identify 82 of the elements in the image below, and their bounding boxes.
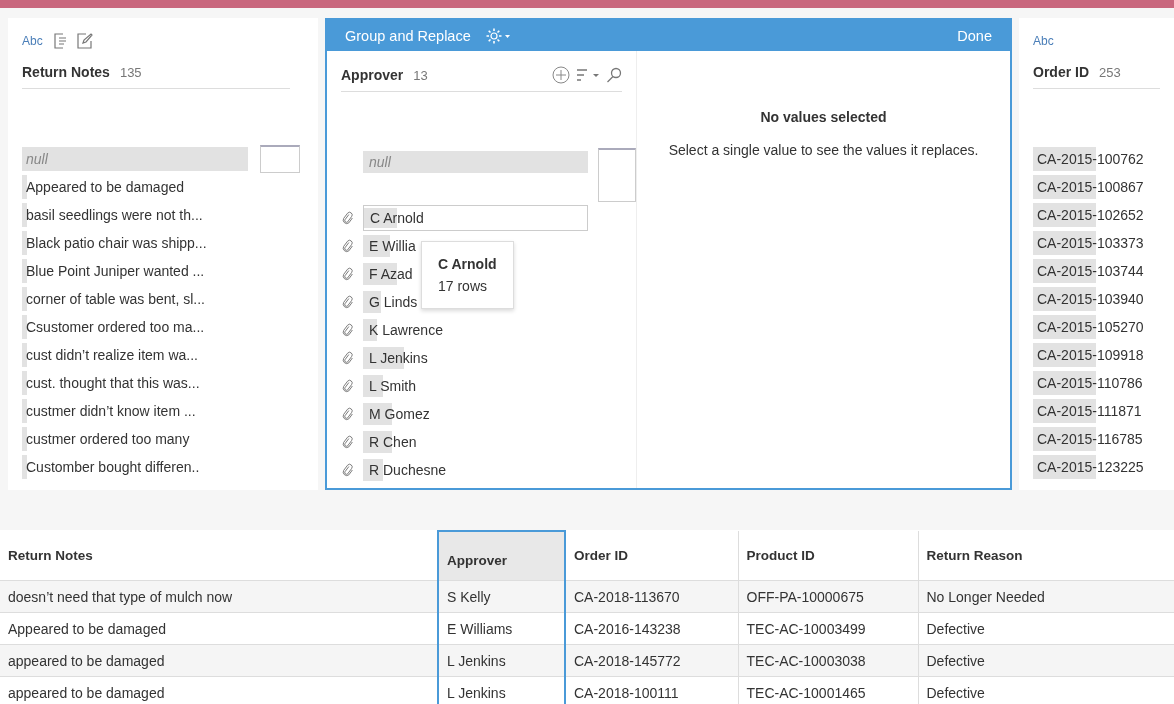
table-cell: Defective bbox=[918, 644, 1174, 677]
table-cell: L Jenkins bbox=[438, 676, 565, 704]
table-cell: Defective bbox=[918, 676, 1174, 704]
value-item[interactable]: cust didn’t realize item wa... bbox=[22, 341, 248, 369]
value-item[interactable]: CA-2015-100867 bbox=[1033, 173, 1174, 201]
sort-icon[interactable] bbox=[576, 68, 600, 82]
paperclip-icon bbox=[341, 266, 355, 282]
value-count: 253 bbox=[1099, 64, 1121, 80]
paperclip-icon bbox=[341, 238, 355, 254]
table-cell: TEC-AC-10001465 bbox=[738, 676, 918, 704]
table-cell: S Kelly bbox=[438, 580, 565, 613]
paperclip-icon bbox=[341, 294, 355, 310]
value-item[interactable]: G Linds bbox=[369, 294, 418, 310]
column-header[interactable]: Approver bbox=[438, 531, 565, 581]
value-item[interactable]: CA-2015-105270 bbox=[1033, 313, 1174, 341]
value-item[interactable]: CA-2015-102652 bbox=[1033, 201, 1174, 229]
hover-highlight[interactable]: C Arnold bbox=[363, 205, 589, 231]
value-item[interactable]: custmer didn’t know item ... bbox=[22, 397, 248, 425]
value-item[interactable]: CA-2015-111871 bbox=[1033, 397, 1174, 425]
value-item[interactable]: Csustomer ordered too ma... bbox=[22, 313, 248, 341]
value-item[interactable]: basil seedlings were not th... bbox=[22, 201, 248, 229]
value-item[interactable]: R Duchesne bbox=[369, 462, 447, 478]
value-item[interactable]: R Chen bbox=[369, 434, 417, 450]
value-item[interactable]: CA-2015-100762 bbox=[1033, 145, 1174, 173]
value-item[interactable]: C Arnold bbox=[370, 210, 424, 226]
value-item[interactable]: CA-2015-109918 bbox=[1033, 341, 1174, 369]
value-item[interactable]: L Smith bbox=[369, 378, 416, 394]
empty-message: Select a single value to see the values it replaces. bbox=[668, 141, 979, 160]
search-icon[interactable] bbox=[606, 67, 622, 83]
settings-icon[interactable] bbox=[484, 26, 511, 45]
panel-title: Group and Replace bbox=[345, 27, 471, 44]
value-item[interactable]: Appeared to be damaged bbox=[22, 173, 248, 201]
field-title: Return Notes bbox=[22, 64, 110, 80]
column-header[interactable]: Return Notes bbox=[0, 531, 438, 581]
table-cell: CA-2018-145772 bbox=[565, 644, 738, 677]
scroll-preview[interactable] bbox=[260, 145, 300, 173]
paperclip-icon bbox=[341, 406, 355, 422]
value-item[interactable]: L Jenkins bbox=[369, 350, 428, 366]
data-type-label[interactable]: Abc bbox=[1033, 34, 1054, 48]
value-item[interactable]: CA-2015-123225 bbox=[1033, 453, 1174, 481]
field-title: Order ID bbox=[1033, 64, 1089, 80]
paperclip-icon bbox=[341, 434, 355, 450]
paperclip-icon bbox=[341, 350, 355, 366]
tooltip-row-count: 17 rows bbox=[438, 278, 489, 294]
value-item[interactable]: custmer ordered too many bbox=[22, 425, 248, 453]
table-cell: appeared to be damaged bbox=[0, 644, 438, 677]
empty-heading: No values selected bbox=[760, 109, 887, 125]
data-type-label[interactable]: Abc bbox=[22, 34, 43, 48]
table-cell: No Longer Needed bbox=[918, 580, 1174, 613]
value-item[interactable]: F Azad bbox=[369, 266, 413, 282]
value-item[interactable]: CA-2015-103940 bbox=[1033, 285, 1174, 313]
add-icon[interactable] bbox=[552, 66, 570, 84]
value-item[interactable]: E Willia bbox=[369, 238, 416, 254]
scroll-preview[interactable] bbox=[598, 148, 636, 202]
document-icon[interactable] bbox=[52, 33, 67, 49]
value-item[interactable]: M Gomez bbox=[369, 406, 430, 422]
value-item[interactable]: K Lawrence bbox=[369, 322, 443, 338]
value-item[interactable]: cust. thought that this was... bbox=[22, 369, 248, 397]
paperclip-icon bbox=[341, 462, 355, 478]
value-count: 135 bbox=[119, 64, 142, 80]
table-cell: TEC-AC-10003038 bbox=[738, 644, 918, 677]
paperclip-icon bbox=[341, 378, 355, 394]
value-item[interactable]: CA-2015-103373 bbox=[1033, 229, 1174, 257]
value-item[interactable]: Blue Point Juniper wanted ... bbox=[22, 257, 248, 285]
value-item[interactable]: Customber bought differen.. bbox=[22, 453, 248, 481]
edit-icon[interactable] bbox=[76, 33, 93, 49]
field-title: Approver bbox=[341, 67, 404, 83]
table-cell: doesn’t need that type of mulch now bbox=[0, 580, 438, 613]
paperclip-icon bbox=[341, 210, 355, 226]
table-cell: CA-2018-100111 bbox=[565, 676, 738, 704]
table-cell: appeared to be damaged bbox=[0, 676, 438, 704]
value-item[interactable]: corner of table was bent, sl... bbox=[22, 285, 248, 313]
table-cell: L Jenkins bbox=[438, 644, 565, 677]
table-cell: OFF-PA-10000675 bbox=[738, 580, 918, 613]
value-item[interactable]: CA-2015-110786 bbox=[1033, 369, 1174, 397]
value-item[interactable]: CA-2015-103744 bbox=[1033, 257, 1174, 285]
paperclip-icon bbox=[341, 322, 355, 338]
tooltip-title: C Arnold bbox=[438, 256, 497, 272]
value-item[interactable]: Black patio chair was shipp... bbox=[22, 229, 248, 257]
table-cell: CA-2018-113670 bbox=[565, 580, 738, 613]
value-item[interactable]: CA-2015-116785 bbox=[1033, 425, 1174, 453]
value-count: 13 bbox=[413, 67, 428, 83]
